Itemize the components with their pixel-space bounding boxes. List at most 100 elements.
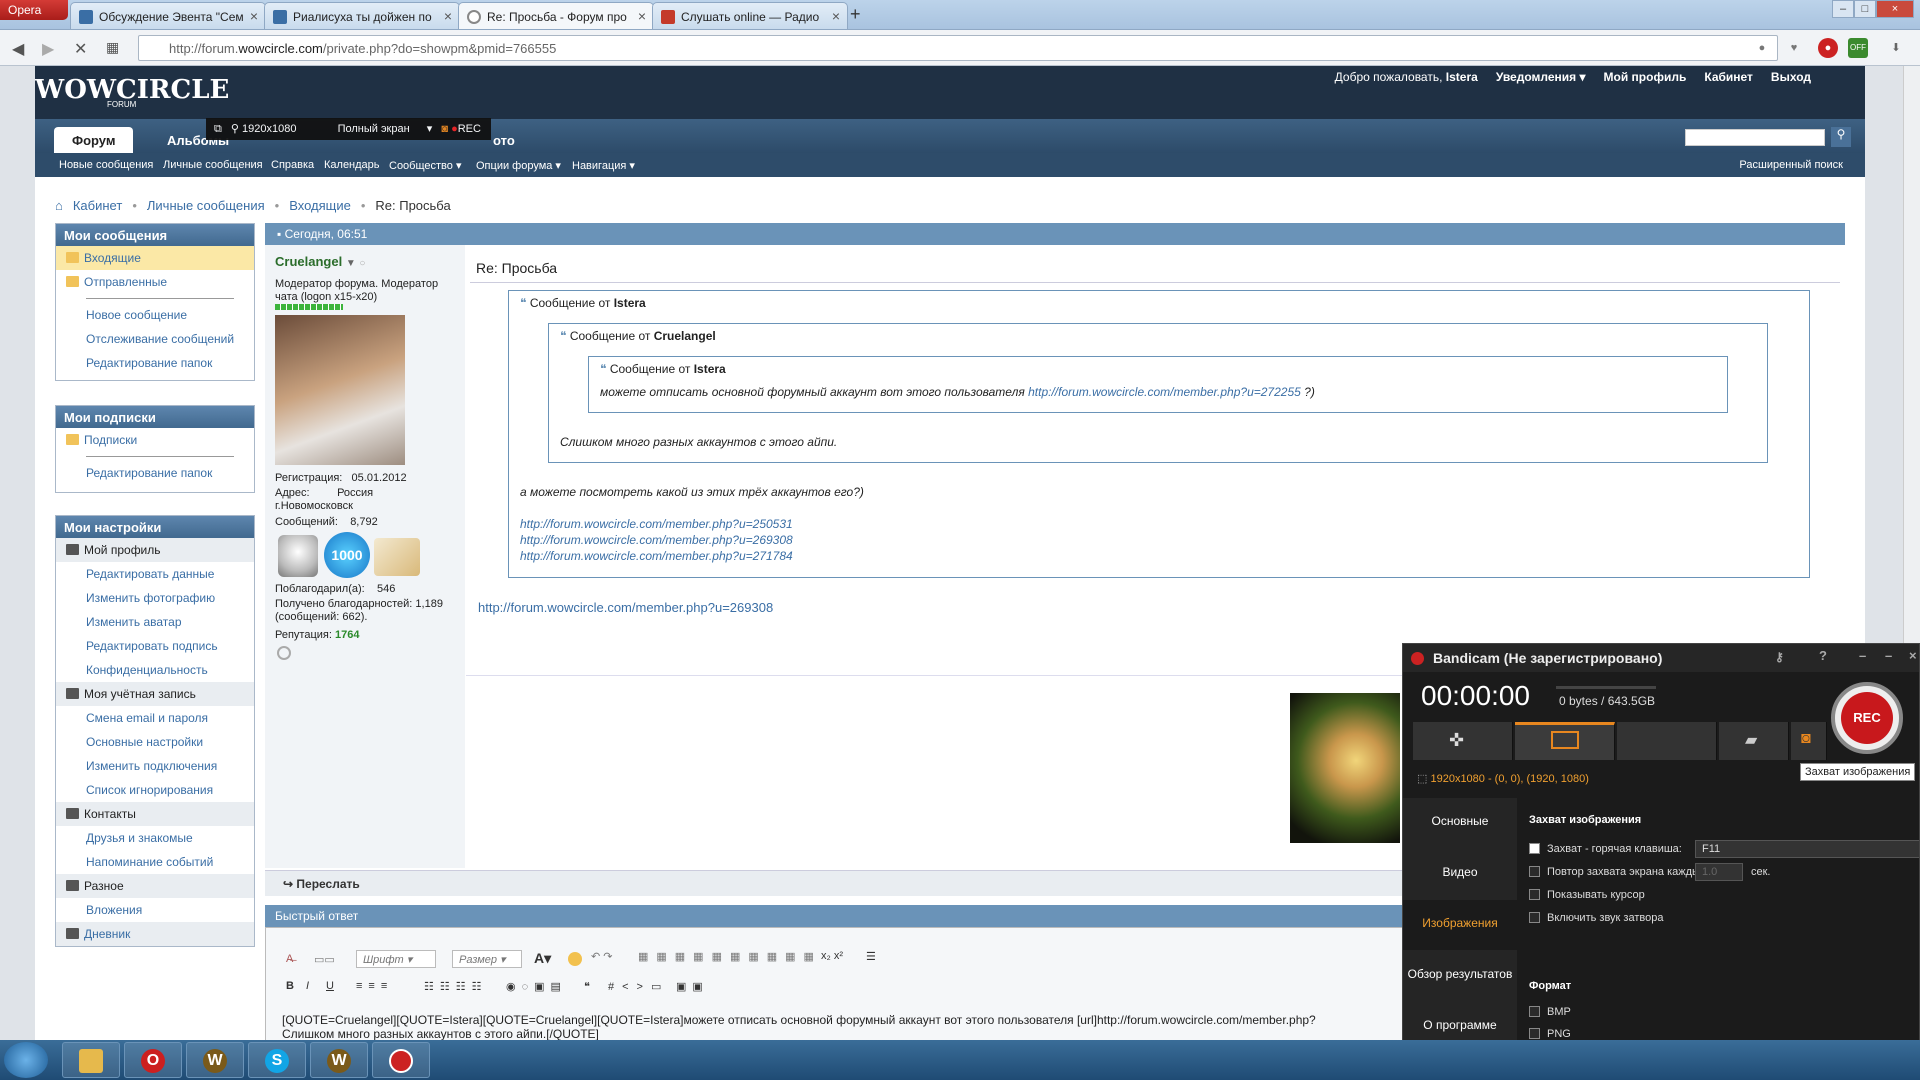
cut-icon[interactable]: ▭▭ [314,953,335,971]
forward-button[interactable]: ↪ Переслать [283,877,360,891]
sidebar-item-inbox[interactable]: Входящие [56,246,254,270]
overlay-dropdown-icon[interactable]: ▾ [427,123,433,135]
subnav-community[interactable]: Сообщество ▾ [389,159,461,172]
repeat-checkbox[interactable] [1529,866,1540,877]
remove-format-icon[interactable]: A̶ [286,953,293,971]
sidebar-item-privacy[interactable]: Конфиденциальность [56,658,254,682]
sidebar-item-friends[interactable]: Друзья и знакомые [56,826,254,850]
browser-tab-3[interactable]: Re: Просьба - Форум про × [458,2,654,29]
sidebar-item-edit-signature[interactable]: Редактировать подпись [56,634,254,658]
report-icon[interactable] [277,646,291,660]
close-tab-icon[interactable]: × [444,8,452,24]
quote-link-3[interactable]: http://forum.wowcircle.com/member.php?u=… [520,549,793,563]
bmp-radio[interactable] [1529,1006,1540,1017]
search-input[interactable] [1685,129,1825,146]
breadcrumb-inbox[interactable]: Входящие [289,198,351,213]
hotkey-checkbox[interactable] [1529,843,1540,854]
bold-button[interactable]: B [286,980,294,998]
screenshot-button[interactable]: ◙ [1791,722,1827,760]
font-select[interactable]: Шрифт ▾ [356,950,436,968]
size-select[interactable]: Размер ▾ [452,950,522,968]
sidebar-item-new-message[interactable]: Новое сообщение [56,303,254,327]
taskbar-wow-2[interactable]: W [310,1042,368,1078]
taskbar-opera[interactable]: O [124,1042,182,1078]
advanced-search-link[interactable]: Расширенный поиск [1739,159,1843,171]
subnav-private-messages[interactable]: Личные сообщения [163,159,263,171]
tab-forum[interactable]: Форум [54,127,134,153]
bandicam-minimize-button[interactable]: – [1859,648,1866,663]
forward-icon[interactable]: ▶ [42,39,54,59]
bandicam-rec-button[interactable]: REC [1831,682,1903,754]
back-icon[interactable]: ◀ [12,39,24,59]
key-icon[interactable]: ⚷ [1775,650,1784,664]
bandicam-tab-video[interactable]: Видео [1403,849,1517,899]
my-profile-link[interactable]: Мой профиль [1604,70,1687,84]
open-folder-button[interactable]: ▰ [1719,722,1789,760]
stop-icon[interactable]: ✕ [74,39,87,59]
bandicam-tab-output[interactable]: Обзор результатов [1403,951,1517,1001]
sidebar-item-diary[interactable]: Дневник [56,922,254,946]
close-tab-icon[interactable]: × [832,8,840,24]
taskbar-bandicam[interactable] [372,1042,430,1078]
align-icons[interactable]: ≡≡≡ [356,980,393,998]
tab-game-mode[interactable]: ✜ [1413,722,1513,760]
sidebar-item-tracking[interactable]: Отслеживание сообщений [56,327,254,351]
sidebar-item-edit-data[interactable]: Редактировать данные [56,562,254,586]
cursor-checkbox[interactable] [1529,889,1540,900]
new-tab-button[interactable]: + [850,4,861,25]
list-icons[interactable]: ☷☷☷☷ [424,980,487,998]
sound-checkbox[interactable] [1529,912,1540,923]
bandicam-tab-general[interactable]: Основные [1403,798,1517,848]
taskbar-explorer[interactable] [62,1042,120,1078]
overlay-rec[interactable]: REC [458,123,481,135]
cabinet-link[interactable]: Кабинет [1704,70,1753,84]
capture-area[interactable]: ⬚ 1920x1080 - (0, 0), (1920, 1080) [1417,772,1589,785]
close-tab-icon[interactable]: × [638,8,646,24]
png-radio[interactable] [1529,1028,1540,1039]
subnav-navigation[interactable]: Навигация ▾ [572,159,635,172]
bandicam-restore-button[interactable]: – [1885,648,1892,663]
hr-icon[interactable]: ☰ [866,950,876,968]
sidebar-item-ignore-list[interactable]: Список игнорирования [56,778,254,802]
start-button[interactable] [4,1042,48,1078]
subnav-help[interactable]: Справка [271,159,314,171]
breadcrumb-cabinet[interactable]: Кабинет [73,198,122,213]
sidebar-item-connections[interactable]: Изменить подключения [56,754,254,778]
bulb-icon[interactable]: ● [1752,38,1772,58]
text-color-icon[interactable]: A▾ [534,950,551,968]
taskbar-wow-1[interactable]: W [186,1042,244,1078]
heart-icon[interactable]: ♥ [1784,38,1804,58]
bandicam-overlay-bar[interactable]: ⧉ ⚲ 1920x1080 Полный экран ▾ ◙ ●REC [206,118,491,140]
sidebar-item-event-reminders[interactable]: Напоминание событий [56,850,254,874]
sidebar-item-sent[interactable]: Отправленные [56,270,254,294]
subnav-new-posts[interactable]: Новые сообщения [59,159,153,171]
table-tools-icon[interactable]: ▦▦▦▦▦▦▦▦▦▦ [638,950,822,968]
answer-link[interactable]: http://forum.wowcircle.com/member.php?u=… [478,600,773,615]
taskbar-skype[interactable]: S [248,1042,306,1078]
smiley-icon[interactable] [568,952,582,966]
search-icon[interactable]: ⚲ [1831,127,1851,147]
sidebar-item-change-avatar[interactable]: Изменить аватар [56,610,254,634]
undo-icon[interactable]: ↶ ↷ [591,950,613,968]
browser-tab-1[interactable]: Обсуждение Эвента "Сем × [70,2,266,29]
opera-menu-button[interactable]: Opera [0,0,68,20]
speed-dial-icon[interactable]: ▦ [106,39,119,56]
quote-link-1[interactable]: http://forum.wowcircle.com/member.php?u=… [520,517,793,531]
post-author[interactable]: Cruelangel ▼ ○ [275,254,365,269]
quote-inner-link[interactable]: http://forum.wowcircle.com/member.php?u=… [1028,385,1301,399]
sidebar-item-email-password[interactable]: Смена email и пароля [56,706,254,730]
tab-screen-mode[interactable] [1515,722,1615,760]
subnav-forum-options[interactable]: Опции форума ▾ [476,159,561,172]
home-icon[interactable]: ⌂ [55,198,63,213]
close-window-button[interactable]: × [1876,0,1914,18]
repeat-interval-field[interactable]: 1.0 [1695,863,1743,881]
sidebar-item-edit-folders[interactable]: Редактирование папок [56,351,254,375]
adblock-icon[interactable]: ● [1818,38,1838,58]
bandicam-tab-images[interactable]: Изображения [1403,900,1517,950]
breadcrumb-pm[interactable]: Личные сообщения [147,198,265,213]
subnav-calendar[interactable]: Календарь [324,159,380,171]
underline-button[interactable]: U [326,980,334,998]
tab-device-mode[interactable] [1617,722,1717,760]
quote-link-2[interactable]: http://forum.wowcircle.com/member.php?u=… [520,533,793,547]
browser-tab-4[interactable]: Слушать online — Радио × [652,2,848,29]
